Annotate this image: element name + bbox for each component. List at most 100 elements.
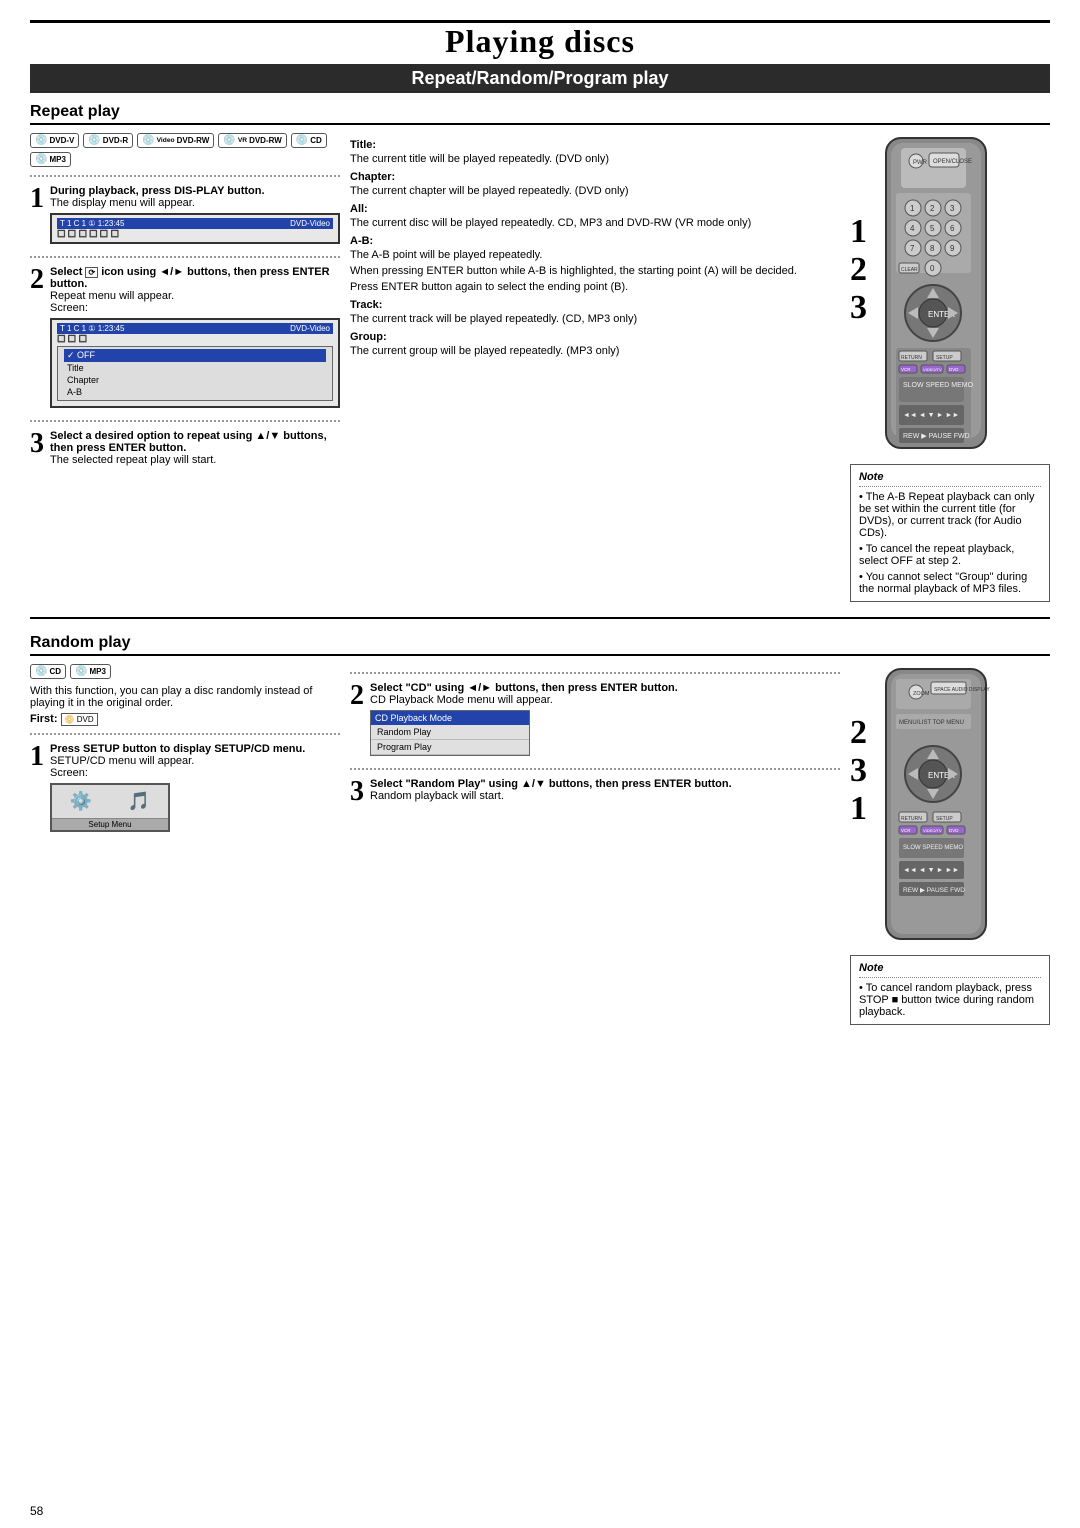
svg-text:VIDEO/TV: VIDEO/TV [923, 367, 942, 372]
rand-step-1-content: Press SETUP button to display SETUP/CD m… [50, 743, 340, 836]
remote-svg-2: ZOOM SPACE AUDIO DISPLAY MENU/LIST TOP M… [871, 664, 1001, 944]
first-label-wrapper: First: 📀 DVD [30, 713, 340, 725]
rand-step-3-normal: Random playback will start. [370, 790, 840, 802]
step-3-content: Select a desired option to repeat using … [50, 430, 340, 466]
repeat-note-title: Note [859, 471, 1041, 483]
step-1-content: During playback, press DIS-PLAY button. … [50, 185, 340, 248]
random-layout: 💿CD 💿MP3 With this function, you can pla… [30, 664, 1050, 1025]
screen-2-top: T 1 C 1 ① 1:23:45 DVD-Video [57, 323, 333, 334]
rand-step-3: 3 Select "Random Play" using ▲/▼ buttons… [350, 778, 840, 806]
ab-heading: A-B: [350, 235, 840, 247]
first-label: First: [30, 713, 61, 725]
random-disc-icons: 💿CD 💿MP3 [30, 664, 340, 679]
divider-2 [30, 256, 340, 258]
disc-icon-cd: 💿CD [291, 133, 327, 148]
step-1-bold: During playback, press DIS-PLAY button. [50, 185, 340, 197]
step-numbers-1: 1 2 3 [850, 213, 867, 327]
menu-title: Title [64, 362, 326, 374]
screen-2-right: DVD-Video [290, 324, 330, 333]
rand-mid-divider-2 [350, 768, 840, 770]
disc-icon-mp3: 💿MP3 [30, 152, 71, 167]
chapter-text: The current chapter will be played repea… [350, 185, 840, 197]
rand-step-3-number: 3 [350, 778, 364, 806]
random-note-box: Note • To cancel random playback, press … [850, 955, 1050, 1025]
rand-step-num-2: 2 [850, 714, 867, 752]
screen-1: T 1 C 1 ① 1:23:45 DVD-Video 🔲 🔲 🔲 🔲 🔲 🔲 [50, 213, 340, 244]
step-num-2: 2 [850, 251, 867, 289]
rand-step-2-number: 2 [350, 682, 364, 710]
rand-step-3-content: Select "Random Play" using ▲/▼ buttons, … [370, 778, 840, 802]
screen-icon-1: 🔲 [57, 230, 66, 238]
dvd-icon-inline: 📀 DVD [61, 713, 98, 726]
setup-screen: ⚙️ 🎵 Setup Menu [50, 783, 170, 832]
svg-text:2: 2 [930, 204, 935, 213]
remote-svg-container: PWR OPEN/CLOSE 1 2 3 4 [871, 133, 1001, 456]
menu-chapter: Chapter [64, 374, 326, 386]
screen-icon-3: 🔲 [78, 230, 87, 238]
svg-text:SPACE AUDIO DISPLAY: SPACE AUDIO DISPLAY [934, 687, 990, 693]
random-title: Random play [30, 634, 1050, 656]
section-divider [30, 617, 1050, 619]
svg-text:REW ▶ PAUSE FWD: REW ▶ PAUSE FWD [903, 433, 970, 440]
svg-text:7: 7 [910, 244, 915, 253]
screen-icon-5: 🔲 [100, 230, 109, 238]
repeat-mid-col: Title: The current title will be played … [350, 133, 840, 602]
step-3-bold: Select a desired option to repeat using … [50, 430, 340, 454]
svg-text:DVD: DVD [949, 828, 959, 833]
svg-text:MENU/LIST TOP MENU: MENU/LIST TOP MENU [899, 720, 964, 726]
all-heading: All: [350, 203, 840, 215]
svg-text:SETUP: SETUP [936, 355, 953, 361]
cd-menu-random: Random Play [371, 725, 529, 740]
screen-2-icon-2: 🔲 [68, 335, 77, 343]
screen-1-top: T 1 C 1 ① 1:23:45 DVD-Video [57, 218, 333, 229]
step-1-number: 1 [30, 185, 44, 213]
cd-menu-title: CD Playback Mode [371, 711, 529, 725]
screen-1-right: DVD-Video [290, 219, 330, 228]
repeat-note-box: Note • The A-B Repeat playback can only … [850, 464, 1050, 602]
svg-text:RETURN: RETURN [901, 355, 922, 361]
page-title: Playing discs [30, 23, 1050, 60]
step-2-normal: Repeat menu will appear. [50, 290, 340, 302]
repeat-note-item-3: • You cannot select "Group" during the n… [859, 571, 1041, 595]
step-1: 1 During playback, press DIS-PLAY button… [30, 185, 340, 248]
random-note-title: Note [859, 962, 1041, 974]
rand-step-2-bold: Select "CD" using ◄/► buttons, then pres… [370, 682, 840, 694]
step-num-3: 3 [850, 289, 867, 327]
setup-label: Setup Menu [52, 819, 168, 830]
svg-text:9: 9 [950, 244, 955, 253]
ab-text1: The A-B point will be played repeatedly. [350, 249, 840, 261]
svg-text:◄◄ ◄ ▼ ► ►►: ◄◄ ◄ ▼ ► ►► [903, 412, 959, 419]
disc-icon-video-dvdrw: 💿VideoDVD-RW [137, 133, 214, 148]
svg-text:VCR: VCR [901, 828, 911, 833]
screen-1-icons: 🔲 🔲 🔲 🔲 🔲 🔲 [57, 229, 333, 239]
svg-text:VCR: VCR [901, 367, 911, 372]
screen-1-left: T 1 C 1 ① 1:23:45 [60, 219, 124, 228]
repeat-right-col: 1 2 3 PWR OPEN [850, 133, 1050, 602]
svg-text:8: 8 [930, 244, 935, 253]
rand-disc-mp3: 💿MP3 [70, 664, 111, 679]
svg-text:CLEAR: CLEAR [901, 267, 918, 273]
svg-text:5: 5 [930, 224, 935, 233]
random-left-col: 💿CD 💿MP3 With this function, you can pla… [30, 664, 340, 1025]
title-border: Playing discs [30, 20, 1050, 60]
screen-label-2: Screen: [50, 302, 340, 314]
cd-playback-screen: CD Playback Mode Random Play Program Pla… [370, 710, 530, 756]
rand-step-3-bold: Select "Random Play" using ▲/▼ buttons, … [370, 778, 840, 790]
rand-step-2: 2 Select "CD" using ◄/► buttons, then pr… [350, 682, 840, 760]
svg-text:1: 1 [910, 204, 915, 213]
random-intro: With this function, you can play a disc … [30, 685, 340, 709]
rand-mid-divider-1 [350, 672, 840, 674]
rand-step-1-normal: SETUP/CD menu will appear. [50, 755, 340, 767]
track-heading: Track: [350, 299, 840, 311]
group-heading: Group: [350, 331, 840, 343]
svg-text:ZOOM: ZOOM [913, 691, 930, 697]
page-number: 58 [30, 1504, 43, 1518]
repeat-title: Repeat play [30, 103, 1050, 125]
rand-step-num-3: 3 [850, 752, 867, 790]
screen-2-left: T 1 C 1 ① 1:23:45 [60, 324, 124, 333]
step-1-normal: The display menu will appear. [50, 197, 340, 209]
step-3: 3 Select a desired option to repeat usin… [30, 430, 340, 466]
divider-1 [30, 175, 340, 177]
step-num-1: 1 [850, 213, 867, 251]
repeat-note-item-2: • To cancel the repeat playback, select … [859, 543, 1041, 567]
